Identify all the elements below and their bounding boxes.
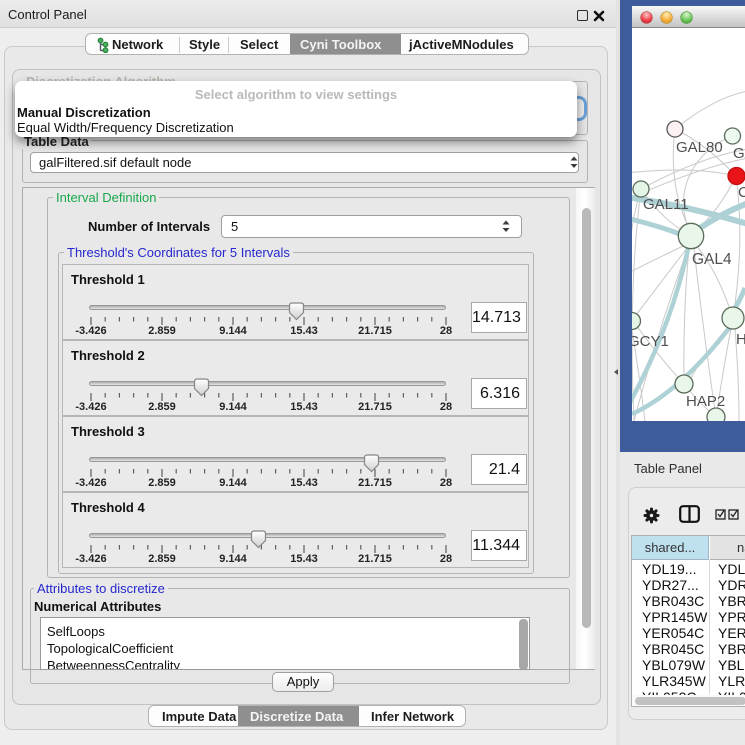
svg-text:C: C xyxy=(738,184,745,201)
svg-text:GCY1: GCY1 xyxy=(632,333,669,350)
svg-text:GAL80: GAL80 xyxy=(676,139,723,156)
svg-text:HAP2: HAP2 xyxy=(686,393,725,410)
svg-text:GA: GA xyxy=(733,145,745,162)
svg-text:H: H xyxy=(736,331,745,348)
svg-text:GAL4: GAL4 xyxy=(692,251,732,268)
svg-text:GAL11: GAL11 xyxy=(643,196,689,213)
